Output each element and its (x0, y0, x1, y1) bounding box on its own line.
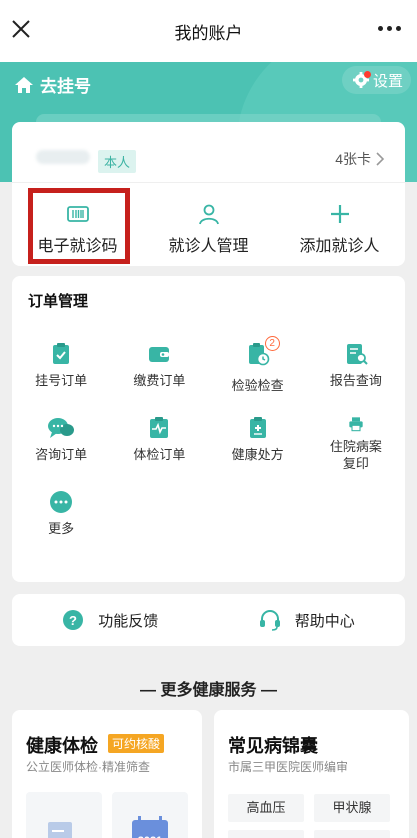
add-patient-button[interactable]: 添加就诊人 (274, 202, 405, 256)
divider (12, 182, 405, 183)
card-count-link[interactable]: 4张卡 (335, 149, 385, 169)
question-icon: ? (63, 610, 84, 630)
lab-tests-label: 检验检查 (231, 378, 284, 393)
settings-button[interactable]: 设置 (341, 66, 411, 94)
chat-icon (48, 418, 75, 438)
checkup-orders-label: 体检订单 (133, 447, 186, 462)
prescription-icon (249, 417, 266, 438)
topic-chip-thyroid[interactable]: 甲状腺 (314, 794, 390, 822)
calendar-thumbnail: 2021 (112, 792, 188, 838)
consult-orders-label: 咨询订单 (35, 447, 88, 462)
record-copy-label: 住院病案 复印 (329, 439, 382, 471)
report-query-label: 报告查询 (329, 373, 382, 388)
home-icon (15, 76, 33, 93)
more-label: 更多 (48, 521, 75, 536)
health-prescription-label: 健康处方 (231, 447, 284, 462)
patient-manage-label: 就诊人管理 (168, 238, 249, 255)
checkup-orders-item[interactable]: 体检订单 (110, 416, 208, 472)
report-query-item[interactable]: 报告查询 (307, 342, 405, 398)
document-icon (48, 822, 72, 838)
more-options-icon[interactable] (378, 26, 401, 31)
orders-grid: 挂号订单 缴费订单 2 检验检查 报告查询 咨询订单 体检订单 健康处方 住院病… (12, 336, 405, 546)
go-register-label: 去挂号 (40, 77, 91, 96)
card-count-label: 4张卡 (335, 151, 371, 167)
orders-title: 订单管理 (28, 293, 89, 310)
pulse-icon (150, 417, 169, 438)
self-badge: 本人 (98, 150, 137, 173)
checkup-thumbnail (26, 792, 102, 838)
calendar-icon: 2021 (132, 816, 168, 838)
help-center-button[interactable]: 帮助中心 (209, 609, 406, 631)
topic-chip-placeholder (228, 830, 304, 838)
more-item[interactable]: 更多 (12, 490, 110, 546)
health-checkup-title: 健康体检 (26, 736, 98, 756)
disease-guide-subtitle: 市属三甲医院医师编审 (228, 760, 349, 774)
navigation-bar: 我的账户 (0, 0, 417, 62)
register-orders-label: 挂号订单 (35, 373, 88, 388)
payment-orders-label: 缴费订单 (133, 373, 186, 388)
close-icon[interactable] (10, 18, 32, 40)
go-register-link[interactable]: 去挂号 (14, 72, 91, 97)
page-title: 我的账户 (174, 23, 243, 43)
person-icon (198, 204, 219, 225)
lab-tests-item[interactable]: 2 检验检查 (209, 336, 307, 398)
wallet-icon (149, 347, 170, 362)
patient-manage-button[interactable]: 就诊人管理 (143, 202, 274, 256)
help-center-label: 帮助中心 (294, 612, 355, 630)
orders-card: 订单管理 挂号订单 缴费订单 2 检验检查 报告查询 咨询订单 体检订单 健康处… (12, 276, 405, 582)
more-icon (50, 491, 73, 513)
payment-orders-item[interactable]: 缴费订单 (110, 342, 208, 398)
account-name-blurred (36, 150, 90, 164)
clipboard-check-icon (53, 343, 70, 364)
consult-orders-item[interactable]: 咨询订单 (12, 416, 110, 472)
health-checkup-card[interactable]: 健康体检 可约核酸 公立医师体检·精准筛查 2021 (12, 710, 202, 838)
lab-tests-icon-wrap: 2 (246, 336, 280, 371)
svg-text:?: ? (69, 613, 77, 628)
highlight-box (28, 188, 130, 264)
record-copy-item[interactable]: 住院病案 复印 (307, 416, 405, 472)
nucleic-acid-tag: 可约核酸 (108, 734, 165, 753)
lab-tests-count-badge: 2 (264, 336, 280, 351)
chevron-right-icon (376, 152, 385, 166)
notification-dot (363, 71, 371, 78)
disease-guide-card[interactable]: 常见病锦囊 市属三甲医院医师编审 高血压 甲状腺 (214, 710, 409, 838)
headset-icon (259, 610, 280, 631)
more-services-title: — 更多健康服务 — (140, 682, 277, 699)
topic-chip-hypertension[interactable]: 高血压 (228, 794, 304, 822)
report-search-icon (346, 344, 368, 365)
feedback-label: 功能反馈 (98, 612, 159, 630)
support-card: ? 功能反馈 帮助中心 (12, 594, 405, 646)
topic-chip-placeholder (314, 830, 390, 838)
printer-icon (349, 417, 363, 432)
account-card: 本人 4张卡 电子就诊码 就诊人管理 添加就诊人 (12, 122, 405, 266)
plus-icon (330, 205, 349, 223)
feedback-button[interactable]: ? 功能反馈 (12, 609, 209, 631)
add-patient-label: 添加就诊人 (299, 238, 380, 255)
settings-label: 设置 (372, 72, 403, 90)
health-checkup-subtitle: 公立医师体检·精准筛查 (26, 760, 150, 774)
register-orders-item[interactable]: 挂号订单 (12, 342, 110, 398)
health-prescription-item[interactable]: 健康处方 (209, 416, 307, 472)
disease-guide-title: 常见病锦囊 (228, 736, 318, 756)
